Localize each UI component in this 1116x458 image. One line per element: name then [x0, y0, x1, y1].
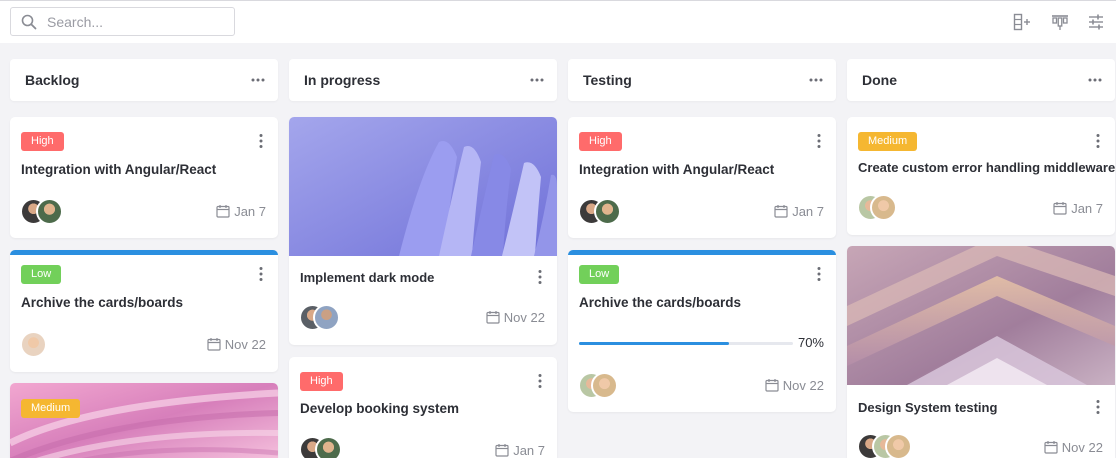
task-card[interactable]: Medium Create custom error handling midd…: [847, 117, 1115, 235]
card-menu-icon[interactable]: [258, 133, 264, 149]
priority-badge: High: [21, 132, 64, 151]
task-card[interactable]: High Integration with Angular/React Jan …: [10, 117, 278, 238]
card-menu-icon[interactable]: [537, 373, 543, 389]
calendar-icon: [216, 205, 230, 218]
calendar-icon: [207, 338, 221, 351]
due-date: Jan 7: [774, 204, 824, 219]
avatar[interactable]: [594, 198, 621, 225]
calendar-icon: [1044, 441, 1058, 454]
card-cover-image: [847, 246, 1115, 385]
due-date-text: Jan 7: [234, 204, 266, 219]
due-date: Nov 22: [765, 378, 824, 393]
due-date-text: Nov 22: [224, 337, 266, 352]
due-date: Nov 22: [486, 310, 545, 325]
due-date: Nov 22: [1044, 440, 1103, 455]
search-box[interactable]: [10, 7, 235, 36]
avatar[interactable]: [591, 372, 618, 399]
search-icon: [21, 14, 37, 30]
task-card[interactable]: Design System testing Nov 22: [847, 246, 1115, 458]
card-menu-icon[interactable]: [816, 133, 822, 149]
card-title: Integration with Angular/React: [579, 162, 775, 177]
task-card[interactable]: High Develop booking system Jan 7: [289, 357, 557, 458]
card-title: Design System testing: [858, 400, 998, 415]
board-layout-icon[interactable]: [1050, 12, 1070, 32]
column-header-in-progress: In progress: [289, 59, 557, 101]
due-date-text: Jan 7: [513, 443, 545, 458]
task-card[interactable]: Medium: [10, 383, 278, 458]
card-menu-icon[interactable]: [537, 269, 543, 285]
due-date-text: Jan 7: [792, 204, 824, 219]
more-options-icon[interactable]: [1087, 72, 1103, 88]
priority-badge: Medium: [858, 132, 918, 151]
top-bar: [0, 0, 1116, 43]
avatar[interactable]: [36, 198, 63, 225]
avatar[interactable]: [315, 436, 342, 458]
progress-bar: [579, 342, 793, 345]
card-menu-icon[interactable]: [816, 266, 822, 282]
card-title: Create custom error handling middleware: [858, 160, 1115, 175]
more-options-icon[interactable]: [808, 72, 824, 88]
filter-settings-icon[interactable]: [1086, 12, 1106, 32]
due-date-text: Nov 22: [503, 310, 545, 325]
calendar-icon: [1053, 202, 1067, 215]
card-menu-icon[interactable]: [1095, 133, 1101, 149]
calendar-icon: [774, 205, 788, 218]
card-menu-icon[interactable]: [258, 266, 264, 282]
due-date: Jan 7: [1053, 201, 1103, 216]
avatar[interactable]: [870, 194, 897, 221]
task-card[interactable]: Low Archive the cards/boards Nov 22: [10, 250, 278, 372]
task-card[interactable]: Implement dark mode Nov 22: [289, 117, 557, 345]
due-date: Jan 7: [216, 204, 266, 219]
search-input[interactable]: [47, 11, 227, 33]
column-title: In progress: [304, 72, 381, 88]
priority-badge: High: [579, 132, 622, 151]
due-date-text: Nov 22: [1061, 440, 1103, 455]
progress-fill: [579, 342, 729, 345]
card-title: Archive the cards/boards: [21, 295, 184, 310]
due-date: Jan 7: [495, 443, 545, 458]
due-date-text: Jan 7: [1071, 201, 1103, 216]
progress-percent: 70%: [797, 335, 824, 350]
column-title: Backlog: [25, 72, 80, 88]
card-menu-icon[interactable]: [1095, 399, 1101, 415]
column-title: Done: [862, 72, 897, 88]
avatar[interactable]: [20, 331, 47, 358]
avatar[interactable]: [313, 304, 340, 331]
column-header-done: Done: [847, 59, 1115, 101]
card-title: Develop booking system: [300, 401, 460, 416]
due-date: Nov 22: [207, 337, 266, 352]
card-cover-image: [289, 117, 557, 256]
priority-badge: Medium: [21, 399, 81, 418]
card-title: Archive the cards/boards: [579, 295, 742, 310]
card-title: Integration with Angular/React: [21, 162, 217, 177]
task-card[interactable]: High Integration with Angular/React Jan …: [568, 117, 836, 238]
task-card[interactable]: Low Archive the cards/boards 70% Nov 22: [568, 250, 836, 412]
more-options-icon[interactable]: [529, 72, 545, 88]
column-header-testing: Testing: [568, 59, 836, 101]
card-title: Implement dark mode: [300, 270, 435, 285]
card-cover-image: [10, 383, 278, 458]
more-options-icon[interactable]: [250, 72, 266, 88]
priority-badge: Low: [21, 265, 62, 284]
priority-badge: Low: [579, 265, 620, 284]
column-header-backlog: Backlog: [10, 59, 278, 101]
calendar-icon: [486, 311, 500, 324]
due-date-text: Nov 22: [782, 378, 824, 393]
calendar-icon: [765, 379, 779, 392]
avatar[interactable]: [885, 433, 912, 458]
add-column-icon[interactable]: [1012, 12, 1032, 32]
priority-badge: High: [300, 372, 343, 391]
column-title: Testing: [583, 72, 632, 88]
calendar-icon: [495, 444, 509, 457]
